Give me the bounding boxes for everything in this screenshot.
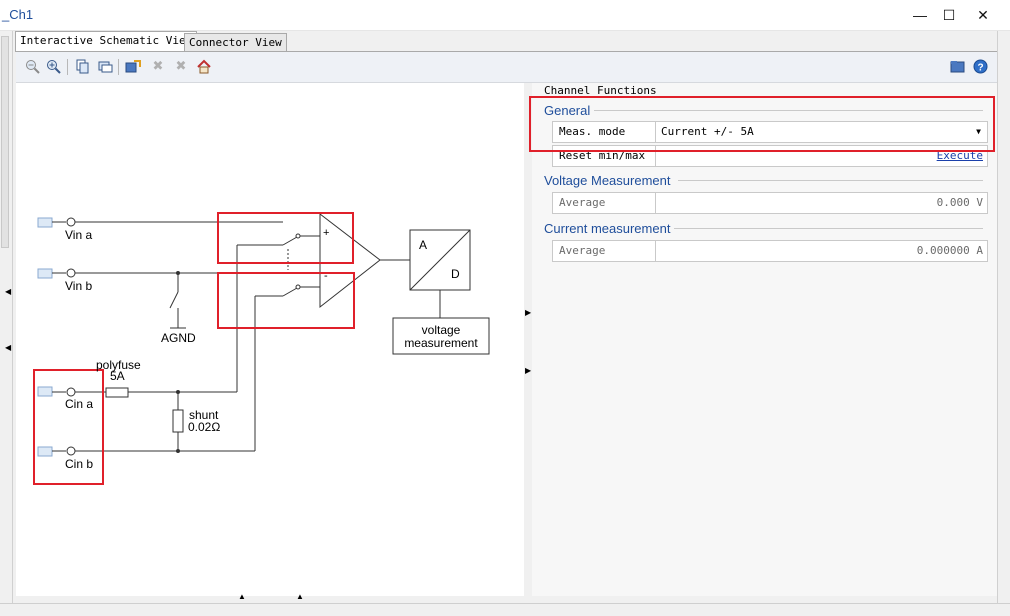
label-cin-b: Cin b [65, 457, 94, 471]
opamp-minus-sign: - [324, 270, 328, 282]
expand-right-arrow-icon[interactable]: ▶ [525, 366, 531, 375]
collapse-up-arrow-icon[interactable]: ▲ [238, 592, 246, 601]
highlight-general-section [529, 96, 995, 152]
current-average-label: Average [553, 241, 656, 261]
connector-cin-b-icon [37, 446, 53, 457]
connector-vin-a-icon [37, 217, 53, 228]
voltage-measurement-line2: measurement [404, 336, 478, 350]
label-polyfuse-rating: 5A [110, 369, 125, 383]
collapse-up-arrow-icon[interactable]: ▲ [296, 592, 304, 601]
section-voltage-title: Voltage Measurement [544, 173, 671, 188]
adc-label-a: A [419, 238, 428, 252]
voltage-average-value: 0.000 V [936, 196, 983, 209]
connector-cin-a-icon [37, 386, 53, 397]
label-agnd: AGND [161, 331, 196, 345]
connector-vin-b-icon [37, 268, 53, 279]
label-shunt-value: 0.02Ω [188, 420, 221, 434]
label-vin-a: Vin a [65, 228, 93, 242]
current-average-row: Average 0.000000 A [552, 240, 988, 262]
adc-label-d: D [451, 267, 460, 281]
section-line [678, 180, 983, 181]
opamp-plus-sign: + [323, 227, 330, 239]
label-vin-b: Vin b [65, 279, 93, 293]
section-line [674, 228, 983, 229]
collapse-right-arrow-icon[interactable]: ▶ [525, 308, 531, 317]
status-strip [0, 603, 1010, 616]
splitter[interactable] [524, 83, 532, 596]
section-current-title: Current measurement [544, 221, 671, 236]
voltage-average-row: Average 0.000 V [552, 192, 988, 214]
voltage-average-label: Average [553, 193, 656, 213]
label-cin-a: Cin a [65, 397, 94, 411]
current-average-value: 0.000000 A [916, 244, 983, 257]
voltage-measurement-line1: voltage [421, 323, 461, 337]
